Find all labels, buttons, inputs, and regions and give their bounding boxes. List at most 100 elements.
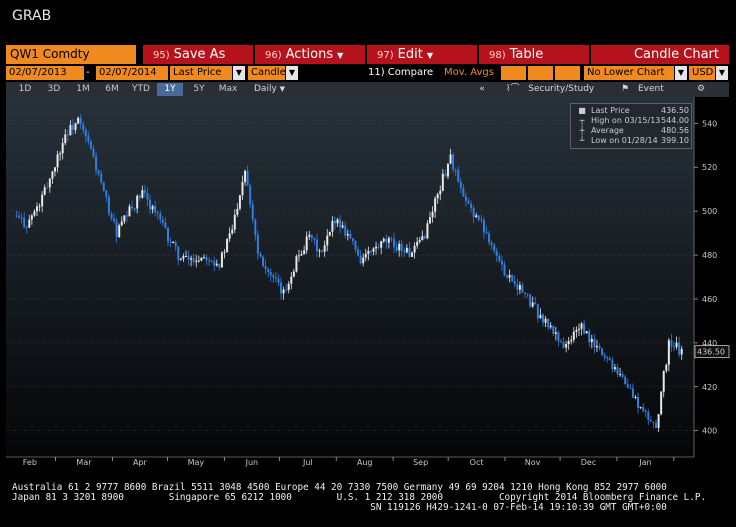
candle-body: [585, 331, 588, 334]
chart-legend[interactable]: ■ Last Price 436.50 ┬ High on 03/15/13 5…: [570, 103, 692, 149]
candle-body: [310, 234, 313, 238]
period-button-1d[interactable]: 1D: [12, 83, 38, 96]
mov-avg-input-2[interactable]: [528, 66, 553, 80]
candle-body: [670, 340, 673, 347]
edit-button[interactable]: 97) Edit ▼: [367, 45, 477, 64]
period-button-3d[interactable]: 3D: [41, 83, 67, 96]
candle-body: [226, 238, 229, 252]
candle-body: [626, 384, 629, 388]
save-as-button[interactable]: 95) Save As: [143, 45, 253, 64]
chevron-down-icon[interactable]: ▼: [716, 66, 728, 80]
toolbar-periods: 1D 3D 1M 6M YTD 1Y 5Y Max Daily ▼ « ⌇⌒ Security…: [6, 82, 729, 97]
candle-chart[interactable]: 400420440460480500520540436.50 Feb Mar Apr…: [6, 97, 730, 467]
period-button-6m[interactable]: 6M: [99, 83, 125, 96]
candle-body: [30, 215, 33, 220]
collapse-left-icon[interactable]: «: [476, 83, 488, 96]
month-label: Mar: [76, 458, 92, 467]
candle-body: [249, 185, 252, 205]
ticker-field[interactable]: QW1 Comdty: [6, 45, 136, 64]
candle-body: [488, 233, 491, 243]
security-study-button[interactable]: ⌇⌒ Security/Study: [506, 83, 594, 96]
mov-avg-input-3[interactable]: [555, 66, 580, 80]
save-as-number: 95): [153, 50, 170, 61]
candle-body: [182, 256, 185, 259]
field-select[interactable]: Last Price: [170, 66, 232, 80]
candle-body: [69, 124, 72, 136]
candle-body: [572, 331, 575, 340]
candle-body: [642, 407, 645, 411]
candle-body: [303, 250, 306, 255]
y-tick-label: 540: [702, 119, 717, 128]
candle-body: [621, 374, 624, 377]
toolbar-params: 02/07/2013 - 02/07/2014 Last Price ▼ Can…: [6, 66, 729, 81]
mov-avg-input-1[interactable]: [501, 66, 526, 80]
candle-body: [349, 233, 352, 239]
candle-body: [151, 206, 154, 210]
candle-body: [74, 123, 77, 130]
event-button[interactable]: ⚑ Event: [621, 83, 664, 96]
candle-body: [300, 254, 303, 256]
currency-select[interactable]: USD: [689, 66, 715, 80]
candle-body: [534, 302, 537, 305]
end-date-field[interactable]: 02/07/2014: [96, 66, 168, 80]
candle-body: [84, 129, 87, 137]
legend-row-last: ■ Last Price 436.50: [575, 106, 689, 116]
candle-body: [156, 212, 159, 214]
candle-body: [508, 275, 511, 278]
date-separator: -: [86, 67, 90, 78]
candle-body: [598, 346, 601, 349]
table-button[interactable]: 98) Table: [479, 45, 589, 64]
period-button-ytd[interactable]: YTD: [128, 83, 154, 96]
candle-body: [462, 188, 465, 197]
chevron-down-icon[interactable]: ▼: [233, 66, 245, 80]
gear-icon[interactable]: ⚙: [694, 83, 708, 96]
mov-avgs-label: Mov. Avgs: [444, 67, 494, 78]
candle-body: [149, 199, 152, 210]
chevron-down-icon[interactable]: ▼: [675, 66, 687, 80]
compare-button[interactable]: 11) Compare: [368, 66, 433, 80]
candle-body: [197, 260, 200, 262]
frequency-select[interactable]: Daily ▼: [254, 83, 285, 96]
candle-body: [480, 219, 483, 221]
candle-body: [539, 314, 542, 319]
style-select[interactable]: Candle: [248, 66, 286, 80]
candle-body: [53, 167, 56, 172]
candle-body: [603, 355, 606, 358]
candle-body: [61, 143, 64, 154]
period-button-1y[interactable]: 1Y: [157, 83, 183, 96]
actions-button[interactable]: 96) Actions ▼: [255, 45, 365, 64]
period-button-max[interactable]: Max: [215, 83, 241, 96]
candle-body: [172, 241, 175, 243]
candle-body: [398, 243, 401, 251]
actions-label: Actions: [285, 47, 334, 62]
candle-body: [15, 215, 18, 217]
candle-body: [200, 257, 203, 261]
candle-body: [95, 156, 98, 171]
candle-body: [174, 241, 177, 247]
candle-body: [577, 328, 580, 331]
candle-body: [259, 253, 262, 257]
period-button-5y[interactable]: 5Y: [186, 83, 212, 96]
candle-body: [506, 275, 509, 278]
candle-body: [336, 219, 339, 224]
lower-chart-select[interactable]: No Lower Chart: [584, 66, 674, 80]
candle-body: [567, 341, 570, 345]
candle-body: [238, 195, 241, 209]
candle-body: [228, 233, 231, 239]
candle-body: [218, 263, 221, 268]
period-button-1m[interactable]: 1M: [70, 83, 96, 96]
candle-body: [428, 217, 431, 224]
candle-body: [315, 239, 318, 252]
candle-body: [485, 232, 488, 234]
candle-body: [529, 294, 532, 307]
candle-body: [287, 283, 290, 291]
chart-type-title: Candle Chart: [591, 45, 729, 64]
candle-body: [251, 204, 254, 220]
chevron-down-icon[interactable]: ▼: [286, 66, 298, 80]
candle-body: [521, 285, 524, 293]
start-date-field[interactable]: 02/07/2013: [6, 66, 84, 80]
candle-body: [346, 233, 349, 236]
candle-body: [655, 422, 658, 428]
candle-body: [282, 289, 285, 294]
candle-body: [51, 171, 54, 179]
